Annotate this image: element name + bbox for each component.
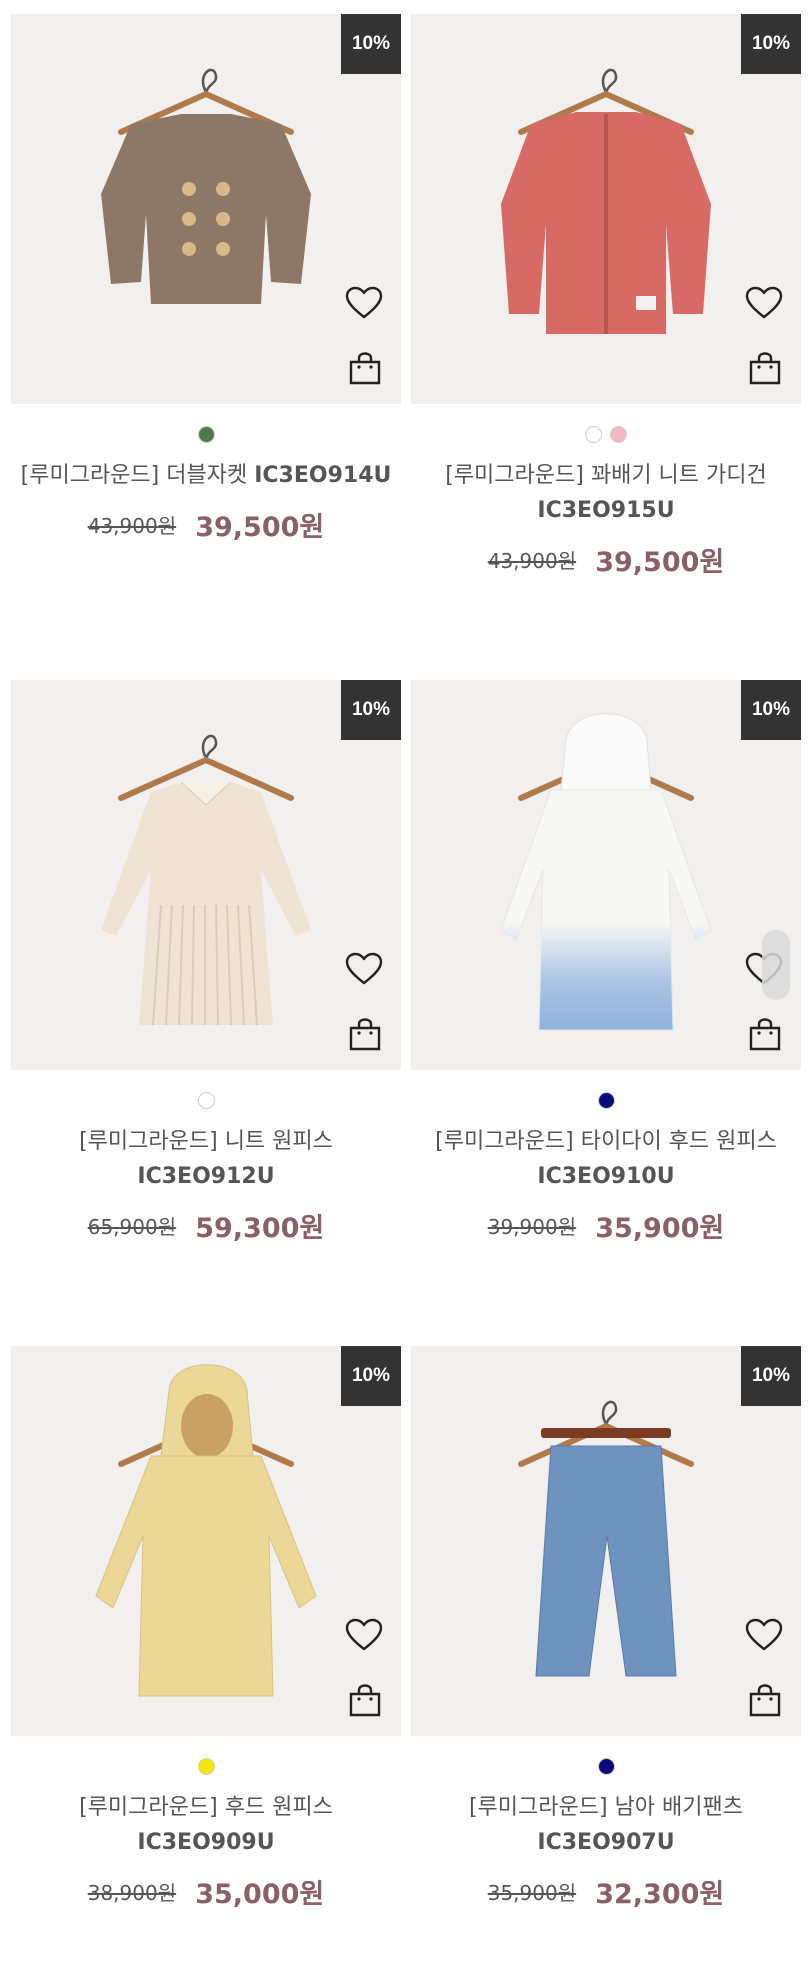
price-row: 39,900원 35,900원 <box>411 1206 801 1245</box>
product-image[interactable]: 10% <box>411 680 801 1070</box>
price-row: 65,900원 59,300원 <box>11 1206 401 1245</box>
product-card[interactable]: 10% [루미그라운드] 꽈배기 니트 가디건 IC3EO915U 43,900… <box>411 14 801 579</box>
product-title[interactable]: [루미그라운드] 남아 배기팬츠 <box>469 1795 743 1820</box>
shopping-bag-icon[interactable] <box>347 1016 383 1052</box>
product-name[interactable]: [루미그라운드] 남아 배기팬츠 IC3EO907U <box>411 1790 801 1860</box>
product-image[interactable]: 10% <box>11 1346 401 1736</box>
discount-badge: 10% <box>341 680 401 740</box>
heart-icon[interactable] <box>745 286 783 320</box>
product-image[interactable]: 10% <box>411 1346 801 1736</box>
product-image[interactable]: 10% <box>411 14 801 404</box>
original-price: 35,900원 <box>487 1881 577 1905</box>
color-swatch[interactable] <box>585 426 602 443</box>
product-title[interactable]: [루미그라운드] 니트 원피스 <box>79 1129 333 1154</box>
product-code[interactable]: IC3EO912U <box>137 1164 274 1189</box>
product-card[interactable]: 10% [루미그라운드] 후드 원피스 IC3EO909U 38,900원 35… <box>11 1346 401 1911</box>
shopping-bag-icon[interactable] <box>347 350 383 386</box>
sale-price: 39,500원 <box>195 512 325 543</box>
color-swatch[interactable] <box>197 1092 215 1109</box>
discount-badge: 10% <box>741 14 801 74</box>
heart-icon[interactable] <box>745 1618 783 1652</box>
color-swatches <box>11 1092 401 1110</box>
product-image[interactable]: 10% <box>11 680 401 1070</box>
product-code[interactable]: IC3EO915U <box>537 498 674 523</box>
product-title[interactable]: [루미그라운드] 타이다이 후드 원피스 <box>435 1129 777 1154</box>
shopping-bag-icon[interactable] <box>347 1682 383 1718</box>
sale-price: 32,300원 <box>595 1879 725 1910</box>
color-swatch[interactable] <box>610 426 627 443</box>
product-card[interactable]: 10% [루미그라운드] 남아 배기팬츠 IC3EO907U 35,900원 3… <box>411 1346 801 1911</box>
discount-badge: 10% <box>741 1346 801 1406</box>
heart-icon[interactable] <box>345 286 383 320</box>
product-card[interactable]: 10% [루미그라운드] 타이다이 후드 원피스 IC3EO910U 39,90… <box>411 680 801 1245</box>
product-code[interactable]: IC3EO909U <box>137 1830 274 1855</box>
discount-badge: 10% <box>341 14 401 74</box>
heart-icon[interactable] <box>345 1618 383 1652</box>
price-row: 43,900원 39,500원 <box>11 505 401 544</box>
price-row: 38,900원 35,000원 <box>11 1872 401 1911</box>
discount-badge: 10% <box>341 1346 401 1406</box>
color-swatch[interactable] <box>597 1758 615 1775</box>
shopping-bag-icon[interactable] <box>747 1016 783 1052</box>
original-price: 43,900원 <box>487 549 577 573</box>
color-swatches <box>411 1758 801 1776</box>
shopping-bag-icon[interactable] <box>747 1682 783 1718</box>
color-swatch[interactable] <box>197 426 215 443</box>
product-name[interactable]: [루미그라운드] 타이다이 후드 원피스 IC3EO910U <box>411 1124 801 1194</box>
original-price: 39,900원 <box>487 1215 577 1239</box>
product-card[interactable]: 10% [루미그라운드] 더블자켓 IC3EO914U 43,900원 39,5… <box>11 14 401 544</box>
product-name[interactable]: [루미그라운드] 후드 원피스 IC3EO909U <box>11 1790 401 1860</box>
color-swatches <box>411 1092 801 1110</box>
heart-icon[interactable] <box>345 952 383 986</box>
sale-price: 35,000원 <box>195 1879 325 1910</box>
scrollbar-handle[interactable] <box>762 930 790 1000</box>
sale-price: 35,900원 <box>595 1213 725 1244</box>
product-name[interactable]: [루미그라운드] 꽈배기 니트 가디건 IC3EO915U <box>411 458 801 528</box>
product-code[interactable]: IC3EO910U <box>537 1164 674 1189</box>
product-title[interactable]: [루미그라운드] 후드 원피스 <box>79 1795 333 1820</box>
original-price: 65,900원 <box>87 1215 177 1239</box>
product-card[interactable]: 10% [루미그라운드] 니트 원피스 IC3EO912U 65,900원 59… <box>11 680 401 1245</box>
product-code[interactable]: IC3EO907U <box>537 1830 674 1855</box>
product-code[interactable]: IC3EO914U <box>254 463 391 488</box>
color-swatches <box>11 1758 401 1776</box>
color-swatches <box>411 426 801 444</box>
sale-price: 59,300원 <box>195 1213 325 1244</box>
price-row: 43,900원 39,500원 <box>411 540 801 579</box>
product-title[interactable]: [루미그라운드] 더블자켓 <box>21 463 248 488</box>
color-swatches <box>11 426 401 444</box>
product-name[interactable]: [루미그라운드] 더블자켓 IC3EO914U <box>11 458 401 493</box>
original-price: 43,900원 <box>87 514 177 538</box>
product-image[interactable]: 10% <box>11 14 401 404</box>
product-title[interactable]: [루미그라운드] 꽈배기 니트 가디건 <box>445 463 767 488</box>
original-price: 38,900원 <box>87 1881 177 1905</box>
color-swatch[interactable] <box>197 1758 215 1775</box>
product-name[interactable]: [루미그라운드] 니트 원피스 IC3EO912U <box>11 1124 401 1194</box>
color-swatch[interactable] <box>597 1092 615 1109</box>
shopping-bag-icon[interactable] <box>747 350 783 386</box>
discount-badge: 10% <box>741 680 801 740</box>
price-row: 35,900원 32,300원 <box>411 1872 801 1911</box>
sale-price: 39,500원 <box>595 547 725 578</box>
